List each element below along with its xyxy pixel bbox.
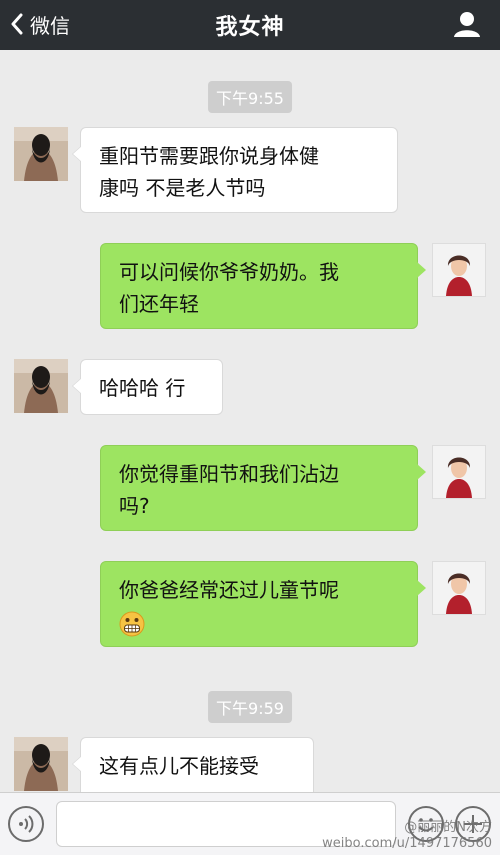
message-text: 们还年轻 (119, 292, 199, 316)
message-bubble[interactable]: 哈哈哈 行 (72, 359, 223, 415)
message-bubble[interactable]: 你爸爸经常还过儿童节呢 (100, 561, 426, 647)
message-text: 哈哈哈 行 (99, 376, 186, 400)
my-avatar[interactable] (432, 243, 486, 297)
message-bubble[interactable]: 重阳节需要跟你说身体健 康吗 不是老人节吗 (72, 127, 398, 213)
watermark: @丽丽的N次方 weibo.com/u/1497176560 (322, 820, 492, 852)
message-text: 吗? (119, 494, 150, 518)
chat-title: 我女神 (215, 15, 285, 40)
voice-icon (19, 815, 34, 833)
watermark-handle: @丽丽的N次方 (404, 820, 492, 835)
message-bubble[interactable]: 这有点儿不能接受 (72, 737, 314, 792)
grimacing-face-emoji (119, 611, 145, 636)
my-avatar[interactable] (432, 561, 486, 615)
message-bubble[interactable]: 可以问候你爷爷奶奶。我 们还年轻 (100, 243, 426, 329)
message-text: 你觉得重阳节和我们沾边 (119, 462, 339, 486)
watermark-url: weibo.com/u/1497176560 (322, 836, 492, 851)
message-text: 这有点儿不能接受 (99, 754, 259, 778)
contact-avatar[interactable] (14, 359, 68, 413)
message-text: 重阳节需要跟你说身体健 (99, 144, 319, 168)
contact-avatar[interactable] (14, 737, 68, 791)
message-bubble[interactable]: 你觉得重阳节和我们沾边 吗? (100, 445, 426, 531)
message-text: 你爸爸经常还过儿童节呢 (119, 578, 339, 602)
message-text: 可以问候你爷爷奶奶。我 (119, 260, 339, 284)
chat-area[interactable]: 下午9:55 重阳节需要跟你说身体健 康吗 不是老人节吗 可以问候你爷爷奶奶。我… (0, 50, 500, 792)
input-bar: @丽丽的N次方 weibo.com/u/1497176560 (0, 792, 500, 855)
voice-button[interactable] (8, 806, 44, 842)
my-avatar[interactable] (432, 445, 486, 499)
timestamp: 下午9:59 (208, 691, 292, 723)
message-text: 康吗 不是老人节吗 (99, 176, 266, 200)
title-bar: 微信 我女神 (0, 0, 500, 50)
timestamp: 下午9:55 (208, 81, 292, 113)
contact-avatar[interactable] (14, 127, 68, 181)
person-icon[interactable] (452, 10, 482, 38)
